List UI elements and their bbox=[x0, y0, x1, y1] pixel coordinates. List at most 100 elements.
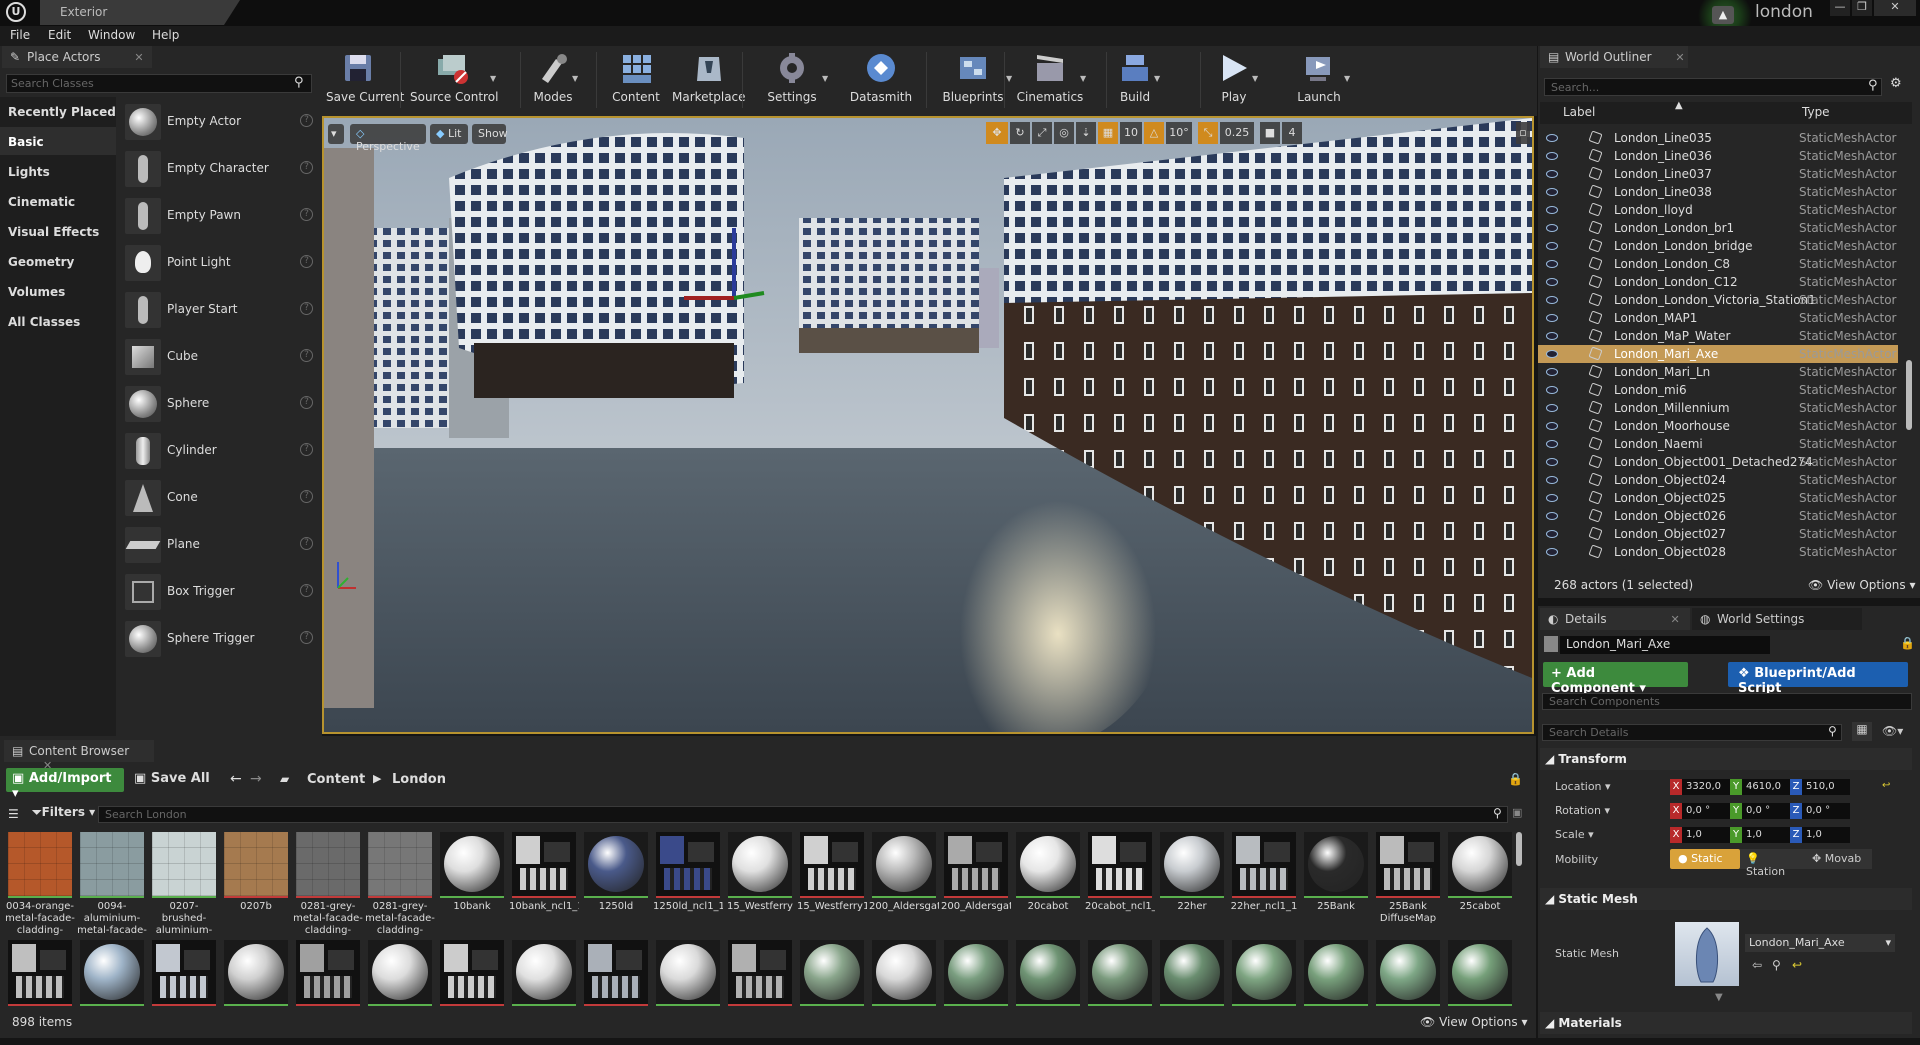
asset-tile[interactable] bbox=[1448, 940, 1514, 1045]
asset-tile[interactable] bbox=[368, 940, 434, 1045]
add-import-button[interactable]: ▣ Add/Import ▾ bbox=[6, 768, 124, 801]
location-y[interactable]: 4610,0 bbox=[1742, 779, 1790, 795]
surface-snap-icon[interactable]: ⇣ bbox=[1076, 122, 1096, 144]
category-geometry[interactable]: Geometry bbox=[0, 247, 116, 275]
asset-tile[interactable]: 200_Aldersgate1 bbox=[941, 832, 1011, 937]
asset-tile[interactable]: 0094-aluminium-metal-facade- bbox=[77, 832, 147, 937]
asset-tile[interactable]: 22her_ncl1_1 bbox=[1231, 832, 1298, 937]
mobility-static[interactable]: ● Static bbox=[1670, 849, 1740, 869]
asset-tile[interactable]: 25Bank DiffuseMap bbox=[1376, 832, 1442, 937]
rotation-label[interactable]: Rotation ▾ bbox=[1555, 804, 1610, 817]
blueprint-button[interactable]: ❖ Blueprint/Add Script bbox=[1728, 662, 1908, 696]
rotation-snap-value[interactable]: 10° bbox=[1166, 122, 1192, 144]
actor-item-empty-actor[interactable]: Empty Actor? bbox=[125, 102, 317, 146]
asset-tile[interactable]: 20cabot_ncl1_1 bbox=[1085, 832, 1155, 937]
help-icon[interactable]: ? bbox=[300, 631, 313, 644]
static-mesh-dropdown[interactable]: London_Mari_Axe ▾ bbox=[1745, 934, 1895, 952]
actor-item-cylinder[interactable]: Cylinder? bbox=[125, 431, 317, 475]
minimize-button[interactable]: — bbox=[1830, 0, 1850, 16]
close-tab-icon[interactable]: ✕ bbox=[134, 51, 143, 64]
asset-tile[interactable] bbox=[80, 940, 146, 1045]
datasmith-button[interactable]: Datasmith bbox=[848, 46, 914, 116]
location-x[interactable]: 3320,0 bbox=[1682, 779, 1730, 795]
scale-x[interactable]: 1,0 bbox=[1682, 827, 1730, 843]
actor-item-cone[interactable]: Cone? bbox=[125, 478, 317, 522]
actor-item-point-light[interactable]: Point Light? bbox=[125, 243, 317, 287]
outliner-row[interactable]: London_Line037 StaticMeshActor bbox=[1538, 165, 1898, 183]
outliner-row[interactable]: London_Naemi StaticMeshActor bbox=[1538, 435, 1898, 453]
save-current-button[interactable]: Save Current bbox=[326, 46, 404, 116]
static-mesh-thumbnail[interactable] bbox=[1675, 922, 1739, 986]
show-button[interactable]: Show bbox=[472, 124, 508, 144]
search-icon[interactable]: ⚲ bbox=[1868, 78, 1878, 93]
place-actors-tab[interactable]: ✎ Place Actors ✕ bbox=[2, 46, 152, 68]
play-dropdown-arrow[interactable]: ▼ bbox=[1252, 74, 1258, 83]
actor-item-sphere-trigger[interactable]: Sphere Trigger? bbox=[125, 619, 317, 663]
outliner-row[interactable]: London_Object028 StaticMeshActor bbox=[1538, 543, 1898, 561]
cinematics-button[interactable]: Cinematics bbox=[1016, 46, 1084, 116]
scale-y[interactable]: 1,0 bbox=[1742, 827, 1790, 843]
unreal-logo-icon[interactable]: U bbox=[6, 2, 26, 22]
forward-arrow-icon[interactable]: → bbox=[250, 771, 262, 787]
outliner-row[interactable]: London_Object024 StaticMeshActor bbox=[1538, 471, 1898, 489]
reset-mesh-icon[interactable]: ↩ bbox=[1792, 958, 1802, 972]
asset-tile[interactable] bbox=[1376, 940, 1442, 1045]
asset-tile[interactable]: 20cabot bbox=[1016, 832, 1082, 937]
outliner-row[interactable]: London_Mari_Axe StaticMeshActor bbox=[1538, 345, 1898, 363]
asset-tile[interactable]: 1250ld_ncl1_1 bbox=[653, 832, 723, 937]
modes-dropdown-arrow[interactable]: ▼ bbox=[572, 74, 578, 83]
help-icon[interactable]: ? bbox=[300, 443, 313, 456]
lock-icon[interactable]: 🔒 bbox=[1900, 636, 1915, 650]
type-column-header[interactable]: Type bbox=[1802, 105, 1830, 119]
launch-dropdown-arrow[interactable]: ▼ bbox=[1344, 74, 1350, 83]
outliner-row[interactable]: London_MAP1 StaticMeshActor bbox=[1538, 309, 1898, 327]
actor-item-box-trigger[interactable]: Box Trigger? bbox=[125, 572, 317, 616]
outliner-view-options[interactable]: 👁 View Options ▾ bbox=[1808, 578, 1916, 592]
blueprints-dropdown-arrow[interactable]: ▼ bbox=[1006, 74, 1012, 83]
asset-tile[interactable] bbox=[1232, 940, 1298, 1045]
visibility-eye-icon[interactable] bbox=[1546, 134, 1558, 142]
asset-tile[interactable] bbox=[8, 940, 74, 1045]
build-dropdown-arrow[interactable]: ▼ bbox=[1154, 74, 1160, 83]
level-viewport[interactable]: ▾ ◇ Perspective ◆ Lit Show ✥ ↻ ⤢ ◎ ⇣ ▦ 1… bbox=[322, 116, 1534, 734]
help-icon[interactable]: ? bbox=[300, 490, 313, 503]
visibility-eye-icon[interactable] bbox=[1546, 188, 1558, 196]
visibility-eye-icon[interactable] bbox=[1546, 260, 1558, 268]
asset-tile[interactable] bbox=[1160, 940, 1226, 1045]
location-fields[interactable]: X 3320,0 Y 4610,0 Z 510,0 bbox=[1670, 779, 1850, 795]
rotation-z[interactable]: 0,0 ° bbox=[1802, 803, 1850, 819]
lock-icon[interactable]: 🔒 bbox=[1508, 772, 1523, 786]
search-classes-input[interactable]: Search Classes bbox=[6, 74, 312, 93]
details-tab[interactable]: ◐ Details ✕ bbox=[1540, 608, 1690, 630]
save-search-icon[interactable]: ▣ bbox=[1512, 806, 1522, 819]
asset-tile[interactable] bbox=[224, 940, 290, 1045]
asset-tile[interactable] bbox=[152, 940, 218, 1045]
outliner-row[interactable]: London_London_br1 StaticMeshActor bbox=[1538, 219, 1898, 237]
visibility-eye-icon[interactable] bbox=[1546, 332, 1558, 340]
outliner-row[interactable]: London_London_C12 StaticMeshActor bbox=[1538, 273, 1898, 291]
menu-file[interactable]: File bbox=[10, 28, 30, 42]
settings-button[interactable]: Settings bbox=[758, 46, 826, 116]
actor-item-cube[interactable]: Cube? bbox=[125, 337, 317, 381]
asset-tile[interactable] bbox=[728, 940, 794, 1045]
outliner-row[interactable]: London_MaP_Water StaticMeshActor bbox=[1538, 327, 1898, 345]
breadcrumb-london[interactable]: London bbox=[392, 772, 446, 787]
camera-speed-icon[interactable]: ■ bbox=[1260, 122, 1280, 144]
rotation-snap-icon[interactable]: △ bbox=[1144, 122, 1164, 144]
breadcrumb-content[interactable]: Content bbox=[307, 772, 365, 787]
close-tab-icon[interactable]: ✕ bbox=[1675, 51, 1684, 64]
camera-speed-value[interactable]: 4 bbox=[1282, 122, 1302, 144]
visibility-eye-icon[interactable] bbox=[1546, 296, 1558, 304]
outliner-row[interactable]: London_Line035 StaticMeshActor bbox=[1538, 129, 1898, 147]
asset-tile[interactable]: 22her bbox=[1160, 832, 1226, 937]
visibility-eye-icon[interactable] bbox=[1546, 386, 1558, 394]
content-view-options[interactable]: 👁 View Options ▾ bbox=[1420, 1015, 1528, 1029]
cinematics-dropdown-arrow[interactable]: ▼ bbox=[1080, 74, 1086, 83]
mobility-stationary[interactable]: 💡 Station bbox=[1740, 849, 1806, 878]
search-icon[interactable]: ⚲ bbox=[1493, 806, 1502, 820]
outliner-row[interactable]: London_London_C8 StaticMeshActor bbox=[1538, 255, 1898, 273]
world-icon[interactable]: ◎ bbox=[1054, 122, 1074, 144]
project-icon[interactable]: ▲ bbox=[1712, 6, 1734, 24]
menu-help[interactable]: Help bbox=[152, 28, 179, 42]
asset-tile[interactable]: 15_Westferry1 bbox=[797, 832, 867, 937]
